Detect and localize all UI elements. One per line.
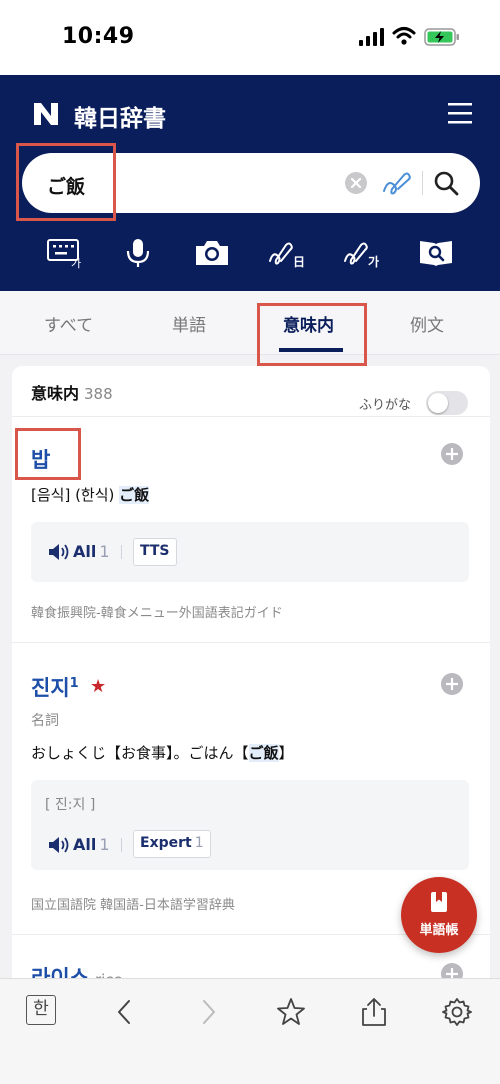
entry-meaning: おしょくじ【お食事】。ごはん【ご飯】: [31, 742, 294, 763]
microphone-icon[interactable]: [118, 237, 158, 269]
audio-panel: [ 진:지 ] All 1 Expert 1: [31, 780, 469, 870]
app-screen: 10:49 韓日辞書 ご飯 가 日 가 すべて 単語 意味内 例文 意味内 38…: [0, 0, 500, 1084]
bottom-toolbar: 한: [0, 978, 500, 1084]
pronunciation: [ 진:지 ]: [45, 797, 96, 813]
section-label: 意味内: [31, 384, 80, 403]
wifi-icon: [392, 27, 416, 45]
audio-all-button[interactable]: All 1: [73, 835, 110, 854]
separator: [121, 545, 122, 559]
wordbook-button[interactable]: 単語帳: [401, 877, 477, 953]
naver-logo-icon: [34, 103, 58, 125]
entry-source[interactable]: 国立国語院 韓国語-日本語学習辞典: [31, 894, 235, 913]
tab-bar: すべて 単語 意味内 例文: [0, 291, 500, 355]
tab-examples[interactable]: 例文: [410, 311, 444, 336]
book-search-icon[interactable]: [416, 237, 456, 269]
signal-icon: [359, 28, 384, 46]
chip-label: TTS: [140, 543, 170, 559]
entry-word-text: 진지: [31, 676, 70, 700]
status-time: 10:49: [62, 24, 135, 49]
meaning-text: おしょくじ【お食事】。ごはん【: [31, 744, 249, 762]
entry-highlight-annotation: [15, 428, 81, 480]
furigana-toggle[interactable]: [426, 391, 468, 415]
result-count: 388: [84, 385, 113, 403]
wordbook-label: 単語帳: [419, 923, 459, 938]
handwriting-korean-icon[interactable]: 가: [342, 237, 382, 269]
korean-keyboard-button[interactable]: 한: [26, 995, 56, 1025]
app-title: 韓日辞書: [74, 106, 166, 132]
meaning-highlight: ご飯: [248, 744, 279, 762]
app-header: 韓日辞書 ご飯 가 日 가: [0, 75, 500, 291]
important-star-icon: ★: [90, 676, 107, 697]
handwriting-japanese-icon[interactable]: 日: [267, 237, 307, 269]
meaning-text-end: 】: [278, 744, 294, 762]
furigana-label: ふりがな: [359, 398, 412, 413]
tts-chip[interactable]: TTS: [133, 538, 177, 566]
forward-icon[interactable]: [191, 995, 225, 1029]
keyboard-badge: 가: [71, 257, 81, 269]
entry-word[interactable]: 진지1: [31, 672, 79, 702]
status-bar: 10:49: [0, 0, 500, 75]
search-highlight-annotation: [16, 143, 116, 221]
homonym-number: 1: [69, 676, 79, 691]
bookmark-book-icon: [431, 892, 447, 912]
audio-all-button[interactable]: All 1: [73, 542, 110, 561]
handwriting-icon[interactable]: [380, 167, 414, 199]
chip-count: 1: [194, 835, 204, 851]
meaning-highlight: ご飯: [119, 486, 150, 504]
share-icon[interactable]: [357, 995, 391, 1029]
back-icon[interactable]: [108, 995, 142, 1029]
search-icon[interactable]: [432, 169, 460, 197]
settings-gear-icon[interactable]: [440, 995, 474, 1029]
audio-all-label: All: [73, 542, 97, 561]
speaker-icon[interactable]: [48, 836, 70, 854]
add-to-wordbook-icon[interactable]: [440, 672, 464, 696]
tool-label-ja: 日: [293, 255, 305, 269]
speaker-icon[interactable]: [48, 543, 70, 561]
tab-words[interactable]: 単語: [172, 311, 206, 336]
audio-count: 1: [99, 542, 110, 561]
keyboard-hangul-icon[interactable]: 가: [45, 237, 85, 269]
search-divider: [422, 171, 423, 195]
tool-label-ko: 가: [368, 254, 379, 269]
divider: [12, 416, 490, 417]
separator: [121, 838, 122, 852]
camera-icon[interactable]: [192, 237, 232, 269]
tab-highlight-annotation: [257, 303, 367, 366]
battery-charging-icon: [424, 28, 459, 46]
meaning-text: [음식] (한식): [31, 486, 120, 504]
add-to-wordbook-icon[interactable]: [440, 442, 464, 466]
part-of-speech: 名詞: [31, 713, 59, 729]
tab-all[interactable]: すべて: [44, 311, 93, 336]
expert-chip[interactable]: Expert 1: [133, 830, 211, 858]
audio-count: 1: [99, 835, 110, 854]
divider: [12, 642, 490, 643]
menu-icon[interactable]: [446, 101, 474, 125]
audio-panel: All 1 TTS: [31, 522, 469, 582]
chip-label: Expert: [140, 835, 192, 851]
audio-all-label: All: [73, 835, 97, 854]
clear-icon[interactable]: [344, 171, 368, 195]
entry-source[interactable]: 韓食振興院-韓食メニュー外国語表記ガイド: [31, 602, 283, 621]
star-icon[interactable]: [274, 995, 308, 1029]
results-card: 意味内 388 ふりがな 밥 [음식] (한식) ご飯 All 1 TTS 韓食…: [12, 366, 490, 1066]
entry-meaning: [음식] (한식) ご飯: [31, 484, 150, 505]
section-header: 意味内 388: [31, 380, 113, 404]
